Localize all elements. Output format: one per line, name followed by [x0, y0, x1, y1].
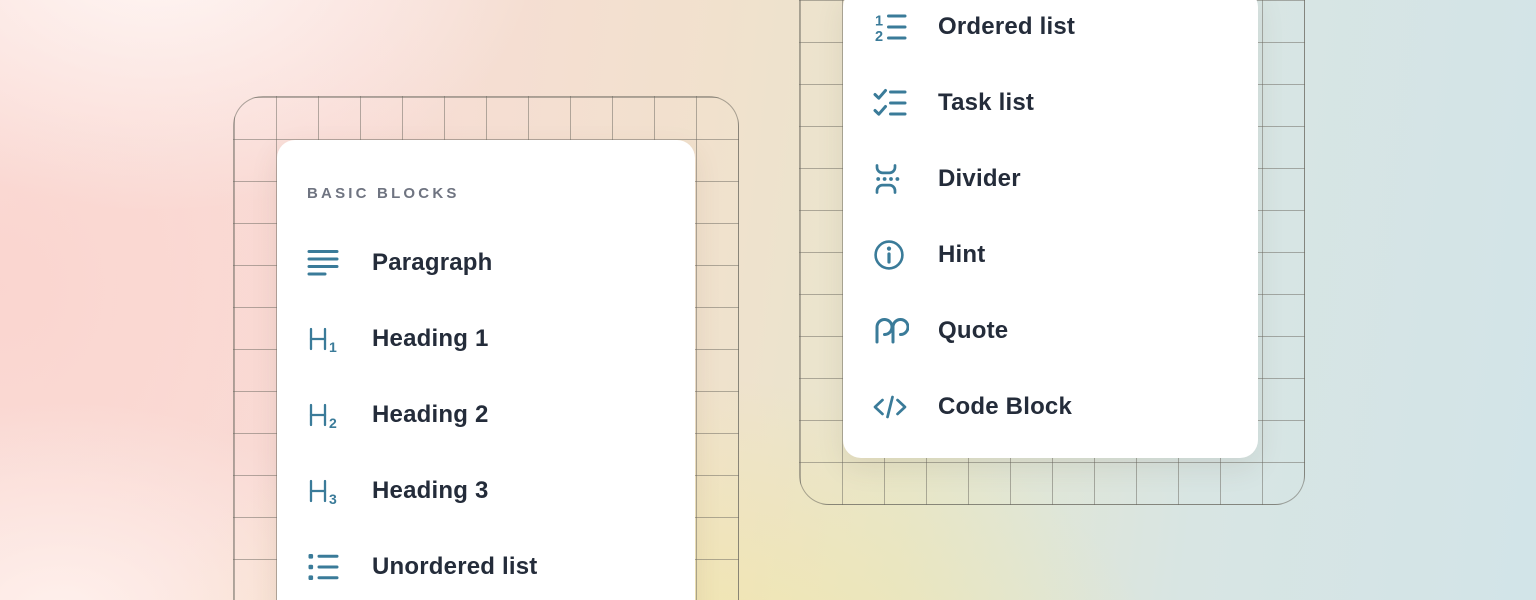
- menu-item-unordered-list[interactable]: Unordered list: [277, 529, 695, 600]
- ordered-list-icon: 1 2: [873, 11, 909, 43]
- menu-item-heading-3[interactable]: 3 Heading 3: [277, 453, 695, 529]
- menu-item-label: Task list: [938, 89, 1034, 117]
- menu-item-task-list[interactable]: Task list: [843, 65, 1258, 141]
- svg-text:1: 1: [875, 14, 883, 30]
- menu-item-label: Unordered list: [372, 553, 538, 581]
- task-list-icon: [873, 87, 909, 119]
- quote-icon: [873, 316, 909, 346]
- menu-item-ordered-list[interactable]: 1 2 Ordered list: [843, 0, 1258, 65]
- menu-item-divider[interactable]: Divider: [843, 141, 1258, 217]
- heading-1-icon: 1: [307, 324, 343, 354]
- menu-item-paragraph[interactable]: Paragraph: [277, 225, 695, 301]
- menu-item-label: Paragraph: [372, 249, 493, 277]
- menu-item-heading-2[interactable]: 2 Heading 2: [277, 377, 695, 453]
- divider-icon: [873, 163, 909, 195]
- svg-text:1: 1: [329, 339, 337, 354]
- menu-item-label: Heading 1: [372, 325, 489, 353]
- menu-item-label: Quote: [938, 317, 1008, 345]
- svg-text:2: 2: [875, 29, 883, 43]
- menu-item-hint[interactable]: Hint: [843, 217, 1258, 293]
- menu-item-label: Heading 2: [372, 401, 489, 429]
- svg-text:3: 3: [329, 491, 337, 506]
- menu-item-label: Ordered list: [938, 13, 1075, 41]
- menu-item-label: Heading 3: [372, 477, 489, 505]
- heading-3-icon: 3: [307, 476, 343, 506]
- unordered-list-icon: [307, 552, 343, 582]
- svg-text:2: 2: [329, 415, 337, 430]
- background: BASIC BLOCKS Paragraph 1 Heading 1: [0, 0, 1536, 600]
- section-label: BASIC BLOCKS: [277, 184, 695, 204]
- menu-item-label: Divider: [938, 165, 1021, 193]
- block-menu-more-blocks: 1 2 Ordered list Task list: [843, 0, 1258, 458]
- block-menu-basic-blocks: BASIC BLOCKS Paragraph 1 Heading 1: [277, 140, 695, 600]
- hint-icon: [873, 239, 909, 271]
- heading-2-icon: 2: [307, 400, 343, 430]
- code-block-icon: [873, 392, 909, 422]
- menu-item-quote[interactable]: Quote: [843, 293, 1258, 369]
- menu-item-heading-1[interactable]: 1 Heading 1: [277, 301, 695, 377]
- menu-item-label: Hint: [938, 241, 985, 269]
- menu-item-label: Code Block: [938, 393, 1072, 421]
- paragraph-icon: [307, 248, 343, 278]
- menu-item-code-block[interactable]: Code Block: [843, 369, 1258, 445]
